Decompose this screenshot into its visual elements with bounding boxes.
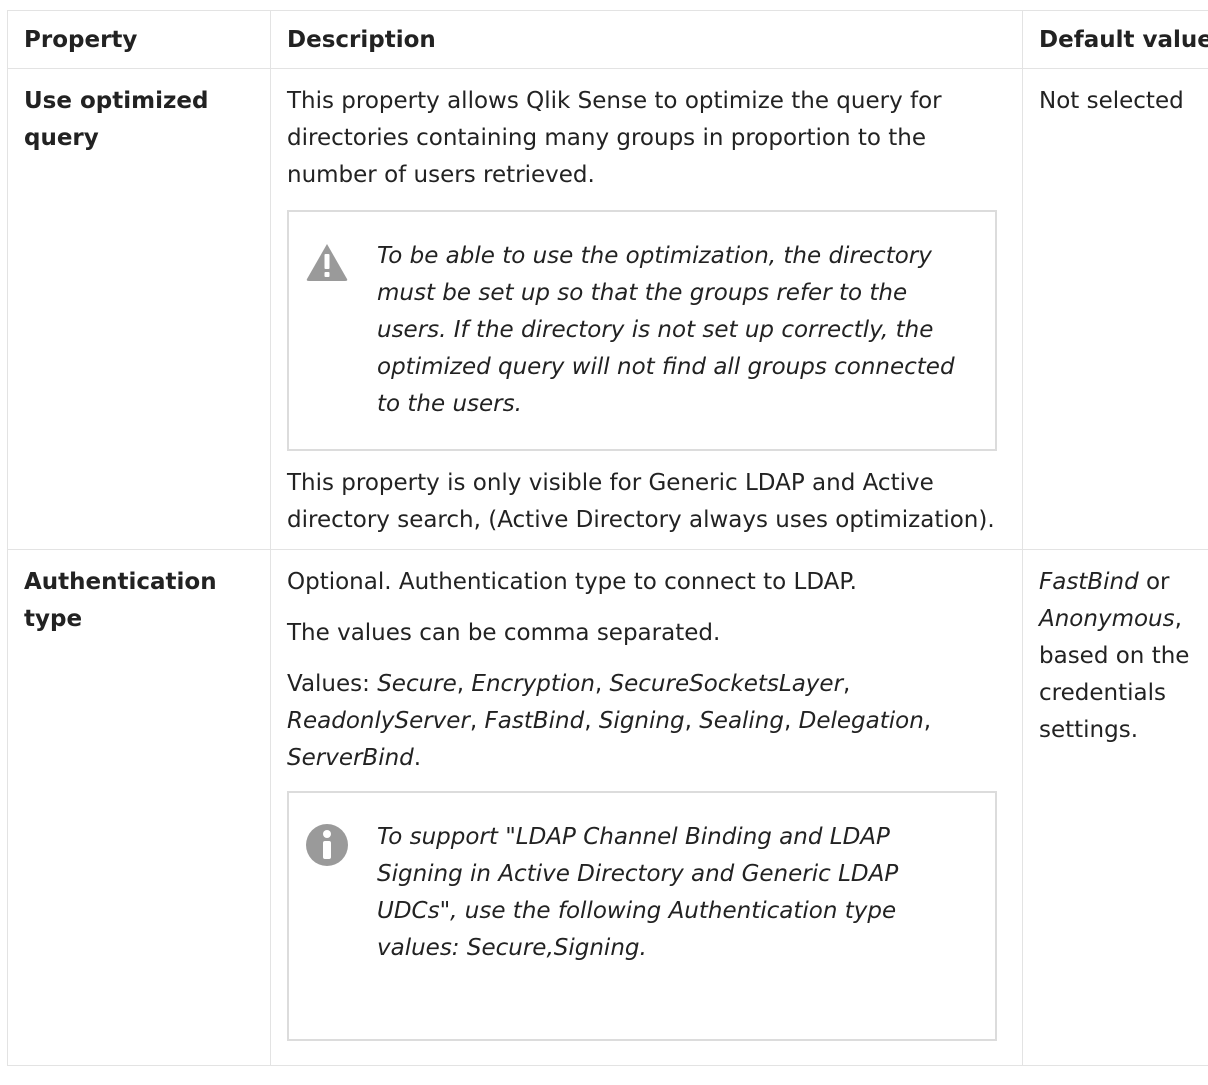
values-list: Values: Secure, Encryption, SecureSocket…	[287, 671, 932, 771]
info-text: To support "LDAP Channel Binding and LDA…	[377, 824, 899, 961]
value-item: Secure	[377, 671, 457, 697]
warning-text: To be able to use the optimization, the …	[377, 243, 955, 417]
table-row: Authentication type Optional. Authentica…	[7, 549, 1208, 1066]
property-name: Use optimized query	[7, 68, 271, 550]
values-prefix: Values:	[287, 671, 378, 697]
table-header-row: Property Description Default value	[7, 10, 1208, 69]
property-name: Authentication type	[7, 549, 271, 1066]
value-item: Sealing	[699, 708, 784, 734]
property-description: This property allows Qlik Sense to optim…	[270, 68, 1023, 550]
table-row: Use optimized query This property allows…	[7, 68, 1208, 550]
default-anonymous: Anonymous	[1039, 606, 1175, 632]
value-item: Signing	[598, 708, 685, 734]
description-text: This property allows Qlik Sense to optim…	[287, 88, 942, 188]
value-item: FastBind	[484, 708, 585, 734]
default-value: Not selected	[1022, 68, 1208, 550]
default-fastbind: FastBind	[1039, 569, 1139, 595]
warning-triangle-icon	[305, 238, 377, 294]
value-item: Encryption	[471, 671, 595, 697]
description-text: This property is only visible for Generi…	[287, 470, 995, 533]
default-value: FastBind or Anonymous, based on the cred…	[1022, 549, 1208, 1066]
value-item: Delegation	[798, 708, 924, 734]
value-item: ServerBind	[287, 745, 414, 771]
header-default-value: Default value	[1022, 10, 1208, 69]
value-item: SecureSocketsLayer	[609, 671, 844, 697]
header-property: Property	[7, 10, 271, 69]
properties-table: Property Description Default value Use o…	[7, 10, 1208, 1066]
info-circle-icon	[305, 819, 377, 879]
info-note: To support "LDAP Channel Binding and LDA…	[287, 791, 997, 1041]
property-description: Optional. Authentication type to connect…	[270, 549, 1023, 1066]
description-text: Optional. Authentication type to connect…	[287, 569, 857, 595]
description-text: The values can be comma separated.	[287, 620, 721, 646]
header-description: Description	[270, 10, 1023, 69]
warning-note: To be able to use the optimization, the …	[287, 210, 997, 451]
default-or: or	[1138, 569, 1170, 595]
value-item: ReadonlyServer	[287, 708, 470, 734]
